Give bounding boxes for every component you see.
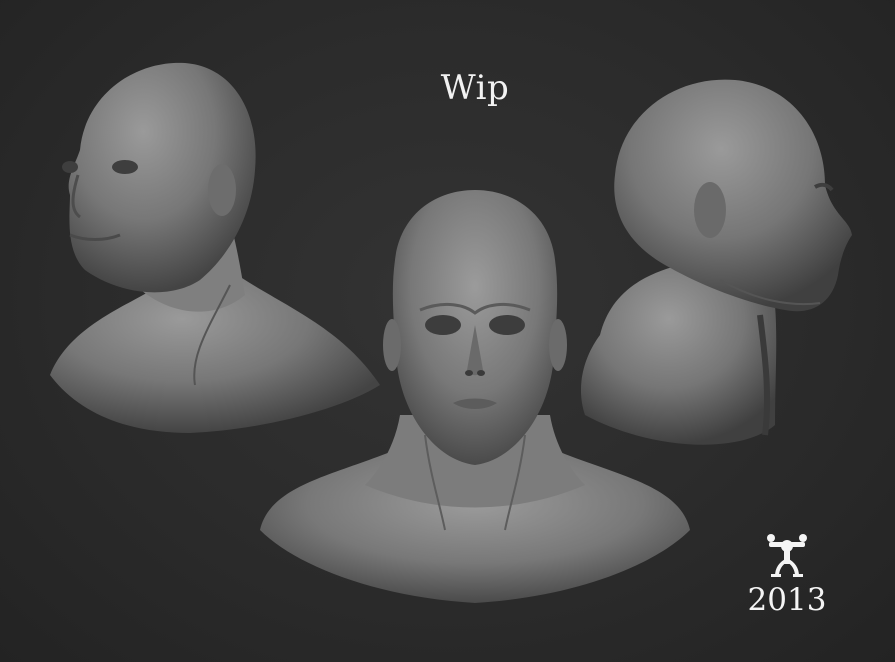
bust-front-eye-left [425,315,461,335]
bust-front-ear-left [383,319,401,371]
coqui-frog-glyph-icon [767,534,807,577]
viewport-background: Wip 2013 [0,0,895,662]
bust-right-ear [694,182,726,238]
bust-front-ear-right [549,319,567,371]
bust-front-eye-right [489,315,525,335]
bust-side-view [570,75,860,460]
signature-year: 2013 [747,582,827,618]
artist-signature: 2013 [742,530,832,618]
bust-left-ear [208,164,236,216]
bust-left-eye [112,160,138,174]
wip-title: Wip [440,68,510,108]
